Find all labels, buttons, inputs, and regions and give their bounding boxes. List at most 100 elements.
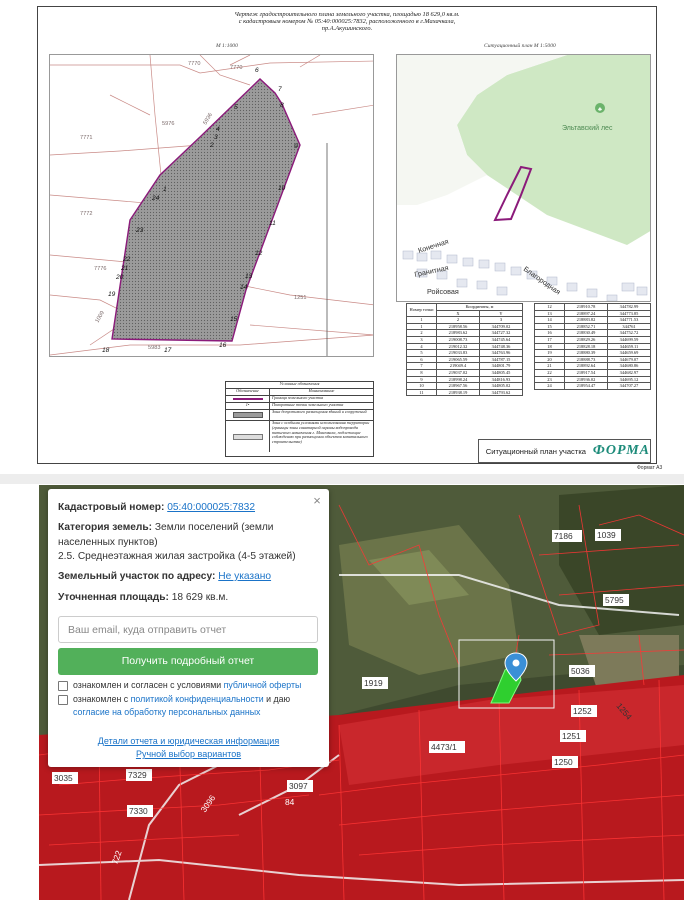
table-cell: 219012.32 [436, 342, 480, 351]
land-category-value-2: населенных пунктов) [58, 537, 158, 548]
plan-scale-label: М 1:1000 [216, 43, 238, 49]
privacy-policy-link[interactable]: политикой конфиденциальности [131, 694, 264, 704]
table-cell: 344695.12 [607, 375, 651, 384]
table-cell: 15 [534, 322, 565, 331]
map-label: 5036 [571, 666, 590, 676]
table-cell: 7 [406, 362, 437, 370]
table-cell: 21 [534, 362, 565, 370]
cadastral-plan: 7770 7770 5976 7771 7772 7776 5983 1251 … [49, 54, 374, 357]
table-cell: 218998.24 [436, 375, 480, 384]
situation-plan: ♣ Эльтавский лес Конечная Гранитная Ройс… [396, 54, 651, 302]
table-row: 13 218897.24 344773.85 [534, 309, 651, 318]
table-row: 7 219049.4 344801.79 [406, 362, 524, 370]
point-number: 4 [216, 126, 220, 133]
details-legal-link[interactable]: Детали отчета и юридическая информация [98, 736, 279, 746]
close-icon[interactable]: × [310, 494, 324, 508]
table-cell: 218936.02 [564, 375, 608, 384]
table-cell: 344787.15 [478, 355, 524, 364]
table-cell: 218880.39 [564, 349, 608, 357]
consent-privacy-text: ознакомлен с политикой конфиденциальност… [73, 693, 290, 706]
table-header-x: X [436, 309, 480, 318]
parcel-label: 5936 [203, 112, 214, 126]
parcel-label: 7770 [230, 65, 242, 71]
parcel-label: 7771 [80, 135, 92, 141]
manual-choice-link[interactable]: Ручной выбор вариантов [136, 749, 241, 759]
cadastral-plan-svg: 7770 7770 5976 7771 7772 7776 5983 1251 … [50, 55, 373, 356]
drawing-title-line3: пр.А.Акушинского. [321, 25, 373, 33]
address-row: Земельный участок по адресу: Не указано [58, 569, 271, 584]
gradplan-document: Чертеж градостроительного плана земельно… [0, 0, 684, 474]
table-cell: 3 [406, 335, 437, 344]
point-number: 12 [255, 250, 263, 257]
consent-offer-checkbox[interactable] [58, 681, 68, 691]
table-cell: 344805.02 [478, 382, 524, 390]
table-cell: 344752.72 [607, 329, 651, 337]
table-cell: 344801.79 [478, 362, 524, 370]
parcel-label: 5976 [162, 121, 174, 127]
street-label: Ройсовая [427, 287, 459, 296]
legend-row: Зона с особыми условиями использования т… [226, 421, 373, 452]
table-cell: 218917.54 [564, 368, 608, 377]
table-cell: 344771.53 [607, 316, 651, 324]
point-number: 5 [234, 104, 238, 111]
table-row: 20 218888.73 344679.07 [534, 355, 651, 364]
cadastral-number-link[interactable]: 05:40:000025:7832 [167, 502, 255, 513]
consent-privacy-suffix: и даю [266, 694, 291, 704]
legend-symbol: 1• [226, 402, 270, 409]
table-index-cell: 3 [478, 316, 524, 324]
table-cell: 14 [534, 316, 565, 324]
public-offer-link[interactable]: публичной оферты [224, 680, 302, 690]
legend-symbol [226, 421, 270, 452]
table-cell: 5 [406, 349, 437, 357]
coordinates-table-1-body: 1 218958.56 344709.02 2 218983.62 344727.32 3 2… [406, 322, 524, 397]
table-cell: 344707.27 [607, 382, 651, 390]
situation-plan-svg: ♣ Эльтавский лес Конечная Гранитная Ройс… [397, 55, 650, 301]
coordinates-table-1: Номер точки Координаты, м X Y 1 2 3 1 218… [406, 302, 524, 397]
table-row: 5 219033.83 344763.96 [406, 349, 524, 357]
table-cell: 12 [534, 303, 565, 311]
table-row: 19 218880.39 344659.69 [534, 349, 651, 357]
table-cell: 344816.93 [478, 375, 524, 384]
table-cell: 344682.97 [607, 368, 651, 377]
table-cell: 218892.64 [564, 362, 608, 370]
parcel-label: 7770 [188, 61, 200, 67]
table-index-cell: 1 [406, 316, 437, 324]
map-label: 7329 [128, 770, 147, 780]
table-row: 24 218954.47 344707.27 [534, 382, 651, 390]
table-cell: 24 [534, 382, 565, 390]
table-cell: 2 [406, 329, 437, 337]
point-number: 21 [120, 265, 129, 272]
parcel-label: 1251 [294, 295, 306, 301]
table-header-row: Номер точки Координаты, м [406, 302, 524, 318]
manual-row: Ручной выбор вариантов [48, 748, 329, 761]
address-value-link[interactable]: Не указано [218, 571, 271, 582]
area-label: Уточненная площадь: [58, 592, 169, 603]
consent-offer-text: ознакомлен и согласен с условиями публич… [73, 679, 301, 692]
table-header-coords: Координаты, м [435, 303, 524, 311]
table-cell: 22 [534, 368, 565, 377]
drawing-title-line2: с кадастровым номером № 05:40:000025:783… [238, 18, 456, 26]
table-header-point: Номер точки [406, 302, 437, 318]
table-cell: 13 [534, 309, 565, 318]
table-cell: 218888.73 [564, 355, 608, 364]
table-cell: 344709.02 [478, 322, 524, 331]
get-report-button[interactable]: Получить подробный отчет [58, 648, 318, 675]
map-label: 4473/1 [431, 742, 457, 752]
personal-data-link[interactable]: согласие на обработку персональных данны… [73, 707, 260, 717]
table-row: 15 218852.71 344761 [534, 322, 651, 331]
forest-marker-glyph: ♣ [598, 107, 602, 113]
table-cell: 8 [406, 368, 437, 377]
table-row: 12 218910.78 344782.99 [534, 303, 651, 311]
table-cell: 218983.62 [436, 329, 480, 337]
table-cell: 344659.69 [607, 349, 651, 357]
consent-privacy-checkbox[interactable] [58, 695, 68, 705]
table-header-y: Y [478, 309, 524, 318]
table-cell: 218958.56 [436, 322, 480, 331]
point-number: 15 [230, 316, 238, 323]
email-input[interactable] [58, 616, 318, 643]
point-number: 14 [240, 284, 248, 291]
land-category-value: Земли поселений (земли [154, 522, 274, 533]
table-row: 1 218958.56 344709.02 [406, 322, 524, 331]
point-number: 22 [122, 256, 131, 263]
map-label: 1252 [573, 706, 592, 716]
